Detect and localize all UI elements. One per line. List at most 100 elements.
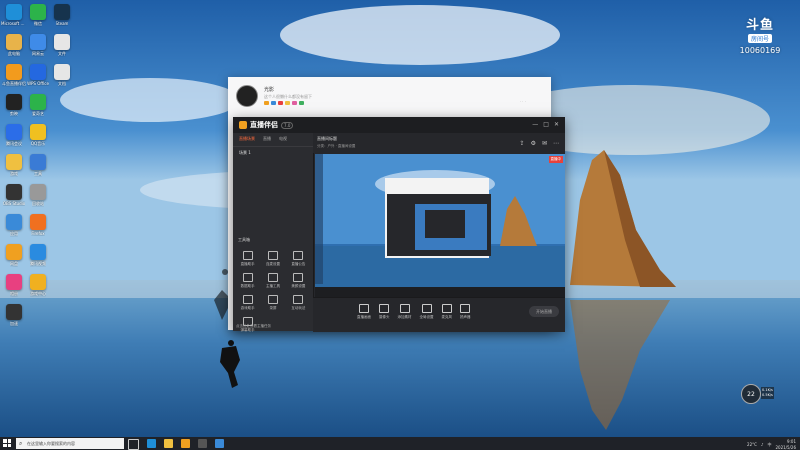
more-icon[interactable]: ⋯	[553, 140, 559, 147]
volume-icon[interactable]: ♪	[761, 442, 764, 447]
edge-taskbar-icon[interactable]	[147, 439, 156, 448]
computer-icon	[6, 34, 22, 50]
desktop-icon[interactable]: WPS Office	[26, 64, 50, 86]
tool-item[interactable]: 数据助手	[235, 273, 260, 289]
windows-start-icon[interactable]	[3, 439, 11, 447]
desktop-icon[interactable]: Microsoft Edge	[1, 4, 27, 26]
live-status-badge: 直播中	[548, 156, 563, 163]
desktop-icon-label: Firefox	[31, 231, 45, 236]
cloud-icon	[30, 34, 46, 50]
tool-item[interactable]: 直播公告	[286, 251, 311, 267]
room-number: 10060169	[739, 46, 781, 55]
taskbar-apps	[128, 439, 224, 450]
stream-preview[interactable]: 直播中	[315, 154, 565, 297]
bottom-tool[interactable]: 麦克风	[441, 304, 453, 320]
tool-item[interactable]: 连麦设置	[260, 251, 285, 267]
tab-live[interactable]: 直播	[261, 135, 273, 144]
desktop-icon[interactable]: 此电脑	[2, 34, 26, 57]
tool-item[interactable]: 录屏	[260, 295, 285, 311]
tool-item[interactable]: 主播工具	[260, 273, 285, 289]
room-title[interactable]: 直播间标题	[317, 136, 337, 142]
app-taskbar-icon[interactable]	[215, 439, 224, 448]
bottom-tool-label: 麦克风	[441, 315, 453, 319]
tool-item[interactable]: 直播助手	[235, 251, 260, 267]
desktop-icon[interactable]: OBS Studio	[2, 184, 26, 206]
taskbar-search[interactable]: ⌕ 在这里输入你要搜索的内容	[16, 438, 124, 449]
bottom-tool[interactable]: 全局设置	[420, 304, 434, 320]
desktop-icon[interactable]: 相册	[2, 274, 26, 297]
stream-app-window[interactable]: 直播伴侣 7.0 — □ ✕ 直播场景 直播 电视 场景 1 工具箱 直播助手 连…	[233, 117, 565, 332]
start-live-button[interactable]: 开始直播	[529, 306, 559, 317]
tab-tv[interactable]: 电视	[277, 135, 289, 144]
tool-icon	[242, 273, 253, 282]
desktop-icon[interactable]: 腾讯视频	[26, 244, 50, 267]
desktop-icon[interactable]: Steam	[50, 4, 74, 26]
tool-label: 连麦设置	[265, 262, 280, 266]
desktop-icon[interactable]: 游戏	[2, 154, 26, 177]
weather-text[interactable]: 22°C	[747, 442, 757, 447]
desktop-icon[interactable]: 微信	[26, 4, 50, 27]
preview-screen	[315, 154, 565, 297]
share-icon[interactable]: ⇪	[520, 140, 525, 147]
gamecenter-icon	[30, 274, 46, 290]
desktop-icon[interactable]: 网盘	[2, 244, 26, 267]
close-button[interactable]: ✕	[554, 121, 559, 129]
desktop-icon[interactable]: 加速	[2, 304, 26, 327]
desktop-icon[interactable]: 斗鱼直播伴侣	[2, 64, 26, 87]
tab-scenes[interactable]: 直播场景	[237, 135, 257, 144]
bottom-tool[interactable]: 摄像头	[379, 304, 390, 320]
minimize-button[interactable]: —	[532, 121, 538, 129]
stream-taskbar-icon[interactable]	[181, 439, 190, 448]
bottom-tool-icon	[379, 304, 390, 313]
task-hint-link[interactable]: 点击此处查看主播任务	[236, 324, 271, 329]
room-category[interactable]: 分类：户外 · 直播间设置	[317, 144, 355, 149]
explorer-taskbar-icon[interactable]	[164, 439, 173, 448]
desktop-icon[interactable]: 爱奇艺	[26, 94, 50, 117]
bottom-tool-icon	[359, 304, 369, 313]
sidebar-tabs: 直播场景 直播 电视	[233, 133, 313, 147]
message-icon[interactable]: ✉	[542, 140, 547, 147]
desktop-icon[interactable]: 腾讯会议	[2, 124, 26, 147]
profile-subtitle: 这个人很懒什么都没有留下	[264, 94, 312, 99]
desktop-icon[interactable]: 网易云	[26, 34, 50, 57]
settings-icon[interactable]: ⚙	[531, 140, 536, 147]
bottom-tool-label: 全局设置	[419, 315, 434, 319]
wps-icon	[30, 64, 46, 80]
maximize-button[interactable]: □	[543, 121, 549, 129]
tool-item[interactable]: 美颜设置	[286, 273, 311, 289]
bottom-tool[interactable]: 添加素材	[398, 304, 412, 320]
clock[interactable]: 9:01 2021/5/26	[775, 439, 796, 450]
desktop-icon[interactable]: 回收站	[26, 184, 50, 207]
desktop-icon-label: 应用	[10, 231, 18, 236]
desktop-icon[interactable]: 文件	[50, 34, 74, 57]
profile-more[interactable]: · · ·	[520, 99, 526, 104]
desktop-icon[interactable]: QQ音乐	[26, 124, 50, 147]
obs-taskbar-icon[interactable]	[198, 439, 207, 448]
task-view-icon[interactable]	[128, 439, 139, 450]
tool-item[interactable]: 游戏助手	[235, 295, 260, 311]
bottom-tool-label: 添加素材	[397, 315, 412, 319]
ime-indicator[interactable]: 中	[767, 442, 771, 448]
desktop-icon[interactable]: Firefox	[26, 214, 50, 236]
iqiyi-icon	[30, 94, 46, 110]
bottom-tool[interactable]: 扬声器	[460, 304, 471, 320]
desktop-icon[interactable]: 游戏中心	[26, 274, 50, 297]
tool-item[interactable]: 互动玩法	[286, 295, 311, 311]
desktop-icon[interactable]: 工具	[26, 154, 50, 177]
scene-item[interactable]: 场景 1	[233, 147, 313, 159]
desktop-icon-label: 加速	[10, 321, 18, 326]
desktop-icon-label: 文件	[58, 51, 66, 56]
network-speed-widget[interactable]: 22 0.1K/s 0.5K/s	[741, 384, 781, 404]
desktop-icon[interactable]: 应用	[2, 214, 26, 237]
tool-label: 主播工具	[265, 284, 280, 288]
steam-icon	[54, 4, 70, 20]
bottom-tool[interactable]: 直播画面	[357, 304, 371, 320]
desktop-icon-label: 斗鱼直播伴侣	[2, 81, 26, 86]
bottom-tool-label: 直播画面	[357, 315, 371, 319]
desktop-icon[interactable]: 剪映	[2, 94, 26, 117]
avatar[interactable]	[236, 85, 258, 107]
file-icon	[54, 34, 70, 50]
desktop-icon[interactable]: 文档	[50, 64, 74, 87]
bottom-tool-icon	[399, 304, 410, 313]
music-icon	[30, 124, 46, 140]
